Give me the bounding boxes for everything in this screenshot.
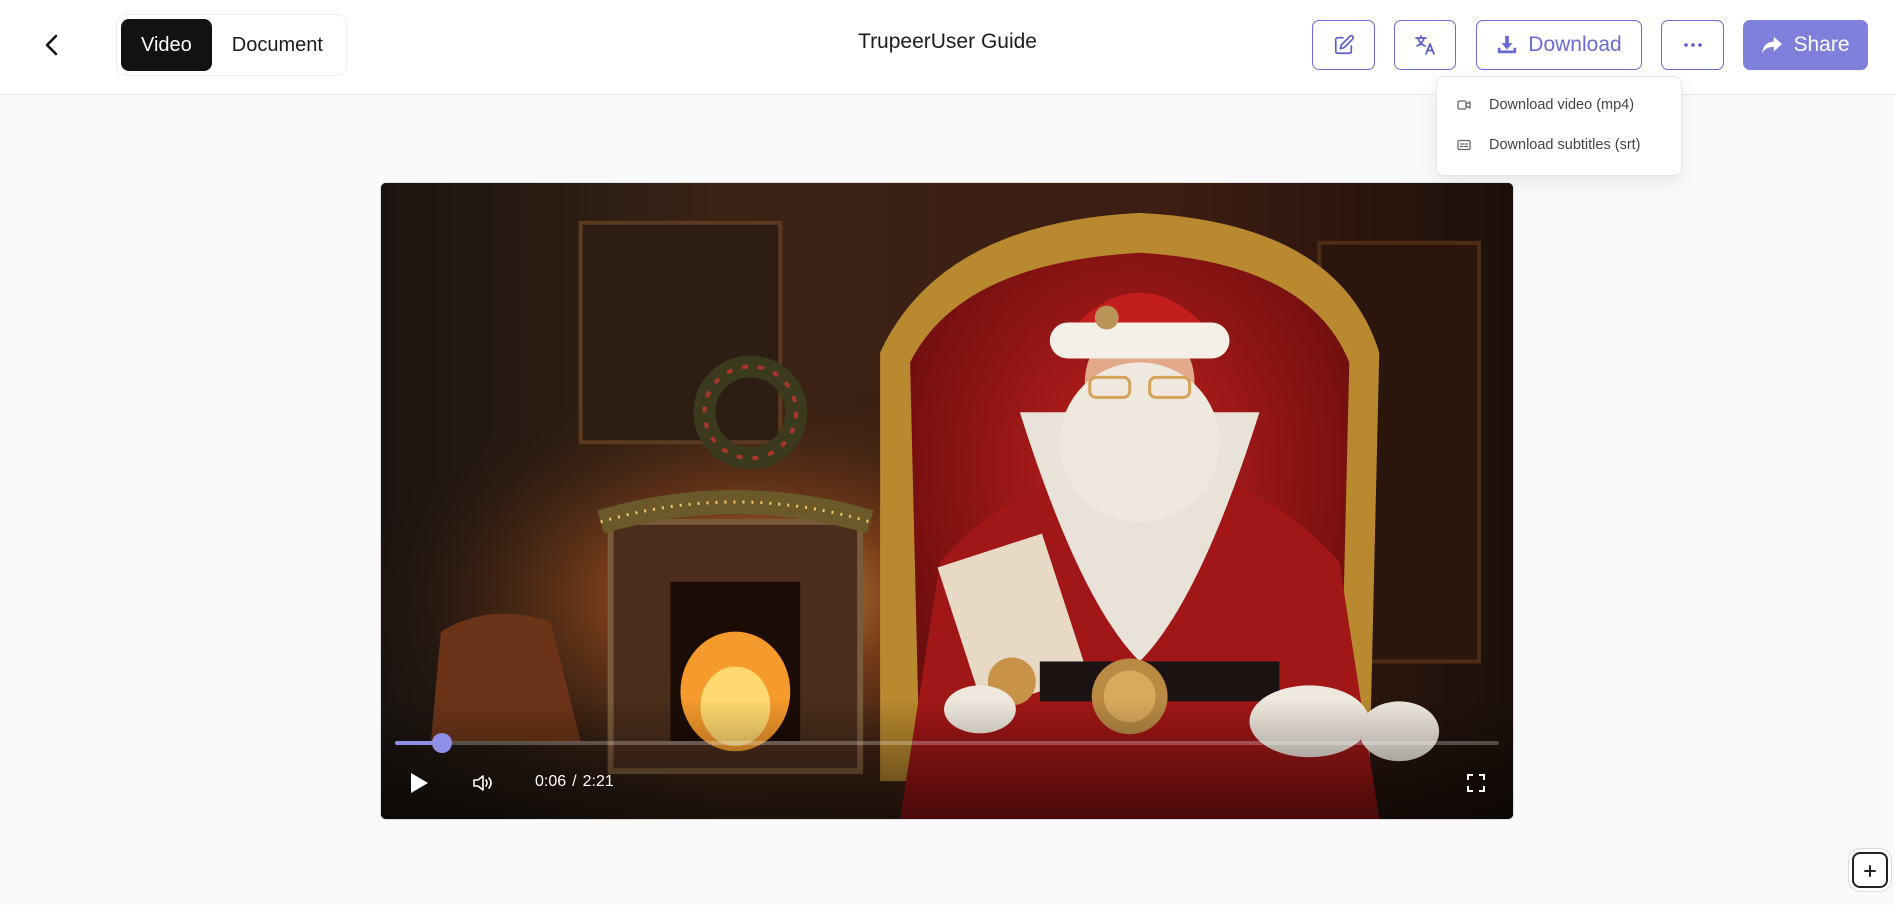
time-display: 0:06 / 2:21 <box>535 773 614 791</box>
translate-button[interactable] <box>1394 20 1456 70</box>
plus-icon <box>1864 865 1876 877</box>
download-subtitles-label: Download subtitles (srt) <box>1489 137 1641 153</box>
volume-button[interactable] <box>465 765 501 801</box>
fullscreen-button[interactable] <box>1459 765 1493 801</box>
download-video-mp4-item[interactable]: Download video (mp4) <box>1437 85 1681 125</box>
more-options-button[interactable] <box>1661 20 1724 70</box>
download-subtitles-srt-item[interactable]: Download subtitles (srt) <box>1437 125 1681 165</box>
back-button[interactable] <box>36 26 68 64</box>
fullscreen-icon <box>1467 774 1485 792</box>
volume-icon <box>473 775 492 791</box>
edit-button[interactable] <box>1312 20 1375 70</box>
download-dropdown-menu: Download video (mp4) Download subtitles … <box>1436 76 1682 176</box>
download-video-label: Download video (mp4) <box>1489 97 1635 113</box>
progress-thumb[interactable] <box>432 733 453 753</box>
floating-add-button[interactable] <box>1852 852 1888 888</box>
video-camera-icon <box>1457 100 1471 110</box>
download-button[interactable]: Download <box>1476 20 1642 70</box>
controls-shade <box>381 699 1513 819</box>
translate-icon <box>1415 35 1435 55</box>
play-icon <box>411 773 428 793</box>
current-time: 0:06 <box>535 773 567 790</box>
share-button[interactable]: Share <box>1743 20 1868 70</box>
video-player[interactable]: 0:06 / 2:21 <box>380 182 1514 820</box>
view-toggle: Video Document <box>116 14 347 76</box>
chevron-left-icon <box>45 34 58 56</box>
share-label: Share <box>1793 33 1850 56</box>
share-arrow-icon <box>1762 36 1783 54</box>
tab-document[interactable]: Document <box>212 19 343 71</box>
more-horizontal-icon <box>1683 43 1702 47</box>
subtitles-icon <box>1457 139 1471 151</box>
edit-icon <box>1334 34 1354 55</box>
download-icon <box>1498 35 1517 54</box>
download-label: Download <box>1528 33 1622 56</box>
time-separator: / <box>572 773 577 790</box>
progress-bar[interactable] <box>395 733 1499 753</box>
tab-video[interactable]: Video <box>121 19 212 71</box>
play-button[interactable] <box>401 765 437 801</box>
duration: 2:21 <box>582 773 614 790</box>
